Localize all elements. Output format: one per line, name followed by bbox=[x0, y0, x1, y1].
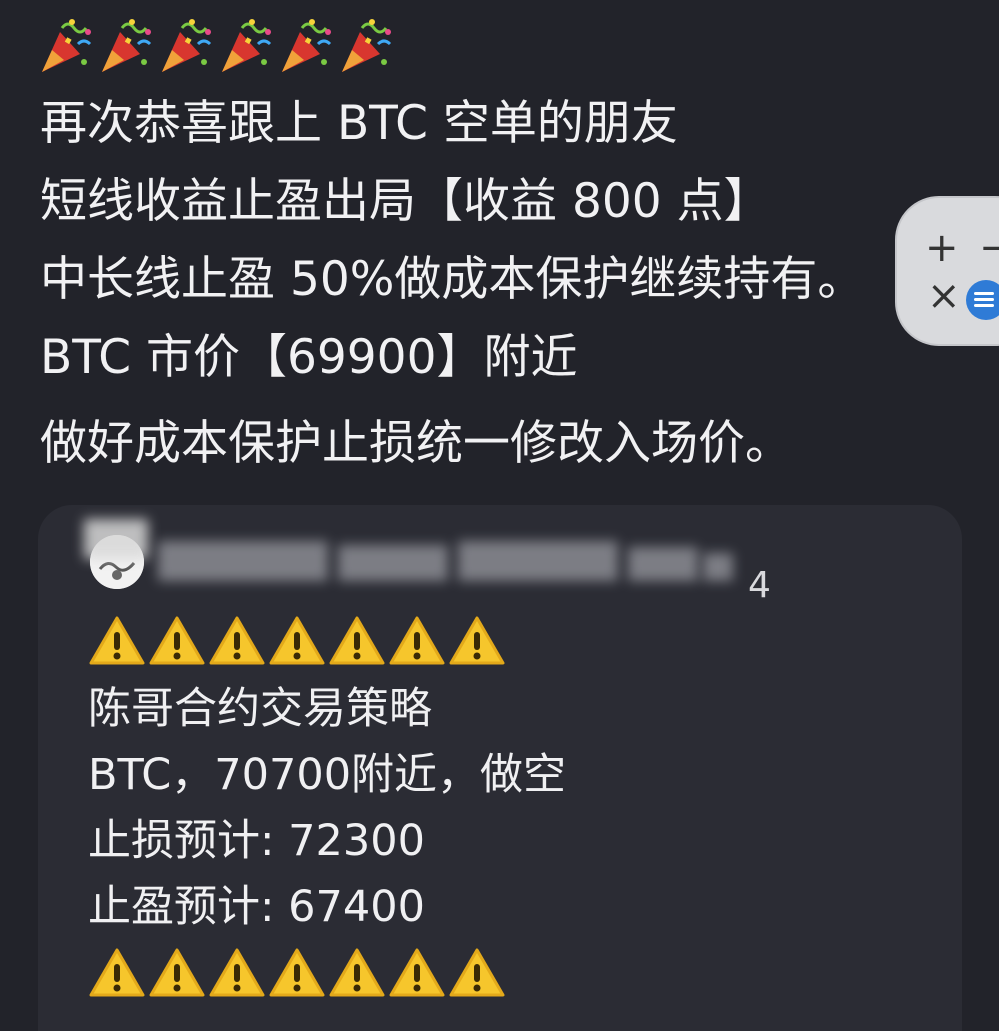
message-line: 短线收益止盈出局【收益 800 点】 bbox=[40, 174, 771, 229]
warning-row bbox=[88, 615, 506, 667]
warning-icon bbox=[208, 615, 266, 667]
message-line: BTC 市价【69900】附近 bbox=[40, 330, 578, 385]
message-line: 再次恭喜跟上 BTC 空单的朋友 bbox=[40, 96, 678, 151]
warning-icon bbox=[448, 947, 506, 999]
warning-icon bbox=[268, 615, 326, 667]
emoji-row bbox=[38, 14, 398, 78]
party-popper-icon bbox=[278, 14, 338, 76]
message-line: 中长线止盈 50%做成本保护继续持有。 bbox=[40, 252, 865, 307]
close-button[interactable]: × bbox=[927, 276, 961, 316]
quote-header: 4 bbox=[84, 519, 771, 606]
quote-line: 止损预计: 72300 bbox=[88, 816, 425, 866]
warning-icon bbox=[208, 947, 266, 999]
warning-row bbox=[88, 947, 506, 999]
warning-icon bbox=[388, 947, 446, 999]
party-popper-icon bbox=[98, 14, 158, 76]
party-popper-icon bbox=[158, 14, 218, 76]
warning-icon bbox=[148, 947, 206, 999]
warning-icon bbox=[268, 947, 326, 999]
message-bubble: 再次恭喜跟上 BTC 空单的朋友 短线收益止盈出局【收益 800 点】 中长线止… bbox=[0, 0, 999, 1031]
warning-icon bbox=[328, 615, 386, 667]
warning-icon bbox=[88, 947, 146, 999]
warning-icon bbox=[148, 615, 206, 667]
party-popper-icon bbox=[38, 14, 98, 76]
zoom-out-button[interactable]: − bbox=[979, 228, 999, 268]
quote-line: 止盈预计: 67400 bbox=[88, 882, 425, 932]
zoom-in-button[interactable]: + bbox=[925, 228, 959, 268]
warning-icon bbox=[448, 615, 506, 667]
party-popper-icon bbox=[218, 14, 278, 76]
warning-icon bbox=[388, 615, 446, 667]
chat-screen: 再次恭喜跟上 BTC 空单的朋友 短线收益止盈出局【收益 800 点】 中长线止… bbox=[0, 0, 999, 1031]
quote-time: 4 bbox=[748, 565, 771, 606]
quote-line: BTC，70700附近，做空 bbox=[88, 750, 567, 800]
quote-line: 陈哥合约交易策略 bbox=[88, 684, 432, 734]
zoom-widget: + − × bbox=[895, 196, 999, 346]
warning-icon bbox=[328, 947, 386, 999]
message-line: 做好成本保护止损统一修改入场价。 bbox=[40, 416, 792, 471]
party-popper-icon bbox=[338, 14, 398, 76]
warning-icon bbox=[88, 615, 146, 667]
quoted-message[interactable]: 4 陈哥合约交易策略 BTC，70700附近，做空 止损预计: 72300 止盈… bbox=[38, 505, 962, 1031]
menu-icon[interactable] bbox=[966, 280, 999, 320]
